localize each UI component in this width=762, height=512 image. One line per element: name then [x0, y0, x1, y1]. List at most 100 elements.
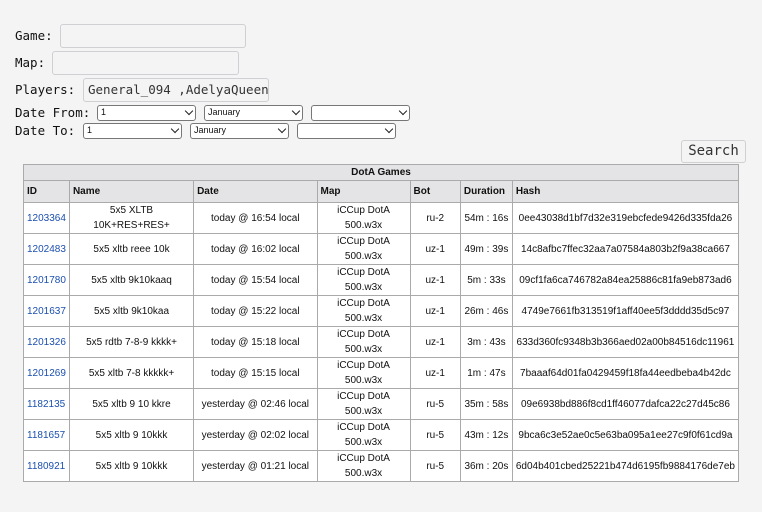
players-input[interactable]: General_094 ,AdelyaQueen — [83, 78, 269, 102]
cell-map: iCCup DotA 500.w3x — [316, 388, 411, 420]
cell-id: 1201326 — [23, 326, 70, 358]
table-row: 1180921 5x5 xltb 9 10kkk yesterday @ 01:21… — [23, 450, 740, 482]
game-input[interactable] — [60, 24, 246, 48]
games-table: DotA Games ID Name Date Map Bot Duration… — [23, 164, 740, 482]
chevron-down-icon — [170, 124, 180, 134]
to-year-select[interactable] — [297, 123, 396, 139]
game-id-link[interactable]: 1201637 — [27, 306, 66, 317]
cell-duration: 26m : 46s — [459, 295, 513, 327]
cell-name: 5x5 rdtb 7-8-9 kkkk+ — [68, 326, 195, 358]
cell-date: yesterday @ 02:46 local — [193, 388, 318, 420]
cell-date: today @ 15:18 local — [193, 326, 318, 358]
cell-hash: 14c8afbc7ffec32aa7a07584a803b2f9a38ca667 — [511, 233, 740, 265]
table-caption: DotA Games — [23, 164, 739, 181]
cell-bot: uz-1 — [409, 233, 461, 265]
cell-id: 1201637 — [23, 295, 70, 327]
cell-id: 1180921 — [23, 450, 70, 482]
col-header-id: ID — [23, 180, 70, 203]
cell-duration: 35m : 58s — [459, 388, 513, 420]
cell-map: iCCup DotA 500.w3x — [316, 450, 411, 482]
table-row: 1201269 5x5 xltb 7-8 kkkkk+ today @ 15:15 … — [23, 357, 740, 389]
col-header-name: Name — [68, 180, 195, 203]
cell-hash: 633d360fc9348b3b366aed02a00b84516dc11961 — [511, 326, 740, 358]
cell-duration: 49m : 39s — [459, 233, 513, 265]
chevron-down-icon — [291, 106, 301, 116]
game-id-link[interactable]: 1182135 — [27, 399, 65, 410]
chevron-down-icon — [384, 124, 394, 134]
game-id-link[interactable]: 1203364 — [27, 213, 66, 224]
players-label: Players: — [15, 82, 76, 97]
chevron-down-icon — [184, 106, 194, 116]
cell-map: iCCup DotA 500.w3x — [316, 295, 411, 327]
cell-date: today @ 15:15 local — [193, 357, 318, 389]
cell-date: yesterday @ 01:21 local — [193, 450, 318, 482]
cell-hash: 7baaaf64d01fa0429459f18fa44eedbeba4b42dc — [511, 357, 740, 389]
to-day-select[interactable]: 1 — [83, 123, 182, 139]
chevron-down-icon — [398, 106, 408, 116]
game-id-link[interactable]: 1181657 — [27, 430, 65, 441]
date-from-label: Date From: — [15, 105, 91, 120]
cell-map: iCCup DotA 500.w3x — [316, 326, 411, 358]
cell-hash: 9bca6c3e52ae0c5e63ba095a1ee27c9f0f61cd9a — [511, 419, 740, 451]
game-id-link[interactable]: 1180921 — [27, 461, 65, 472]
to-month-value: January — [194, 125, 227, 135]
cell-bot: ru-2 — [409, 202, 461, 234]
cell-map: iCCup DotA 500.w3x — [316, 202, 411, 234]
cell-map: iCCup DotA 500.w3x — [316, 419, 411, 451]
cell-name: 5x5 xltb 9k10kaaq — [68, 264, 195, 296]
cell-id: 1203364 — [23, 202, 70, 234]
cell-date: today @ 16:54 local — [193, 202, 318, 234]
from-month-value: January — [208, 107, 241, 117]
from-day-select[interactable]: 1 — [97, 105, 196, 121]
cell-duration: 1m : 47s — [459, 357, 513, 389]
cell-duration: 5m : 33s — [459, 264, 513, 296]
date-to-label: Date To: — [15, 123, 76, 138]
col-header-map: Map — [316, 180, 411, 203]
col-header-duration: Duration — [459, 180, 513, 203]
cell-bot: uz-1 — [409, 326, 461, 358]
col-header-bot: Bot — [409, 180, 461, 203]
game-label: Game: — [15, 28, 53, 43]
cell-duration: 36m : 20s — [459, 450, 513, 482]
game-id-link[interactable]: 1202483 — [27, 244, 66, 255]
cell-id: 1182135 — [23, 388, 70, 420]
cell-date: today @ 16:02 local — [193, 233, 318, 265]
cell-duration: 54m : 16s — [459, 202, 513, 234]
table-row: 1181657 5x5 xltb 9 10kkk yesterday @ 02:02… — [23, 419, 740, 451]
cell-duration: 43m : 12s — [459, 419, 513, 451]
table-row: 1203364 5x5 XLTB 10K+RES+RES+ today @ 16:5… — [23, 202, 740, 234]
cell-name: 5x5 xltb 9k10kaa — [68, 295, 195, 327]
cell-date: today @ 15:22 local — [193, 295, 318, 327]
game-id-link[interactable]: 1201780 — [27, 275, 66, 286]
cell-date: today @ 15:54 local — [193, 264, 318, 296]
cell-id: 1181657 — [23, 419, 70, 451]
cell-bot: ru-5 — [409, 450, 461, 482]
cell-map: iCCup DotA 500.w3x — [316, 357, 411, 389]
table-row: 1201326 5x5 rdtb 7-8-9 kkkk+ today @ 15:18… — [23, 326, 740, 358]
cell-name: 5x5 XLTB 10K+RES+RES+ — [68, 202, 195, 234]
col-header-hash: Hash — [511, 180, 740, 203]
cell-name: 5x5 xltb 9 10kkk — [68, 419, 195, 451]
cell-hash: 4749e7661fb313519f1aff40ee5f3dddd35d5c97 — [511, 295, 740, 327]
cell-name: 5x5 xltb 9 10kkk — [68, 450, 195, 482]
chevron-down-icon — [277, 124, 287, 134]
map-input[interactable] — [52, 51, 239, 75]
cell-bot: uz-1 — [409, 264, 461, 296]
table-row: 1201637 5x5 xltb 9k10kaa today @ 15:22 loc… — [23, 295, 740, 327]
from-day-value: 1 — [101, 107, 107, 117]
from-year-select[interactable] — [311, 105, 410, 121]
cell-hash: 0ee43038d1bf7d32e319ebcfede9426d335fda26 — [511, 202, 740, 234]
cell-bot: ru-5 — [409, 388, 461, 420]
col-header-date: Date — [193, 180, 318, 203]
cell-map: iCCup DotA 500.w3x — [316, 233, 411, 265]
cell-hash: 09cf1fa6ca746782a84ea25886c81fa9eb873ad6 — [511, 264, 740, 296]
game-id-link[interactable]: 1201326 — [27, 337, 66, 348]
cell-bot: ru-5 — [409, 419, 461, 451]
from-month-select[interactable]: January — [204, 105, 303, 121]
cell-map: iCCup DotA 500.w3x — [316, 264, 411, 296]
cell-bot: uz-1 — [409, 295, 461, 327]
to-month-select[interactable]: January — [190, 123, 289, 139]
search-button[interactable]: Search — [681, 140, 746, 163]
cell-date: yesterday @ 02:02 local — [193, 419, 318, 451]
game-id-link[interactable]: 1201269 — [27, 368, 66, 379]
